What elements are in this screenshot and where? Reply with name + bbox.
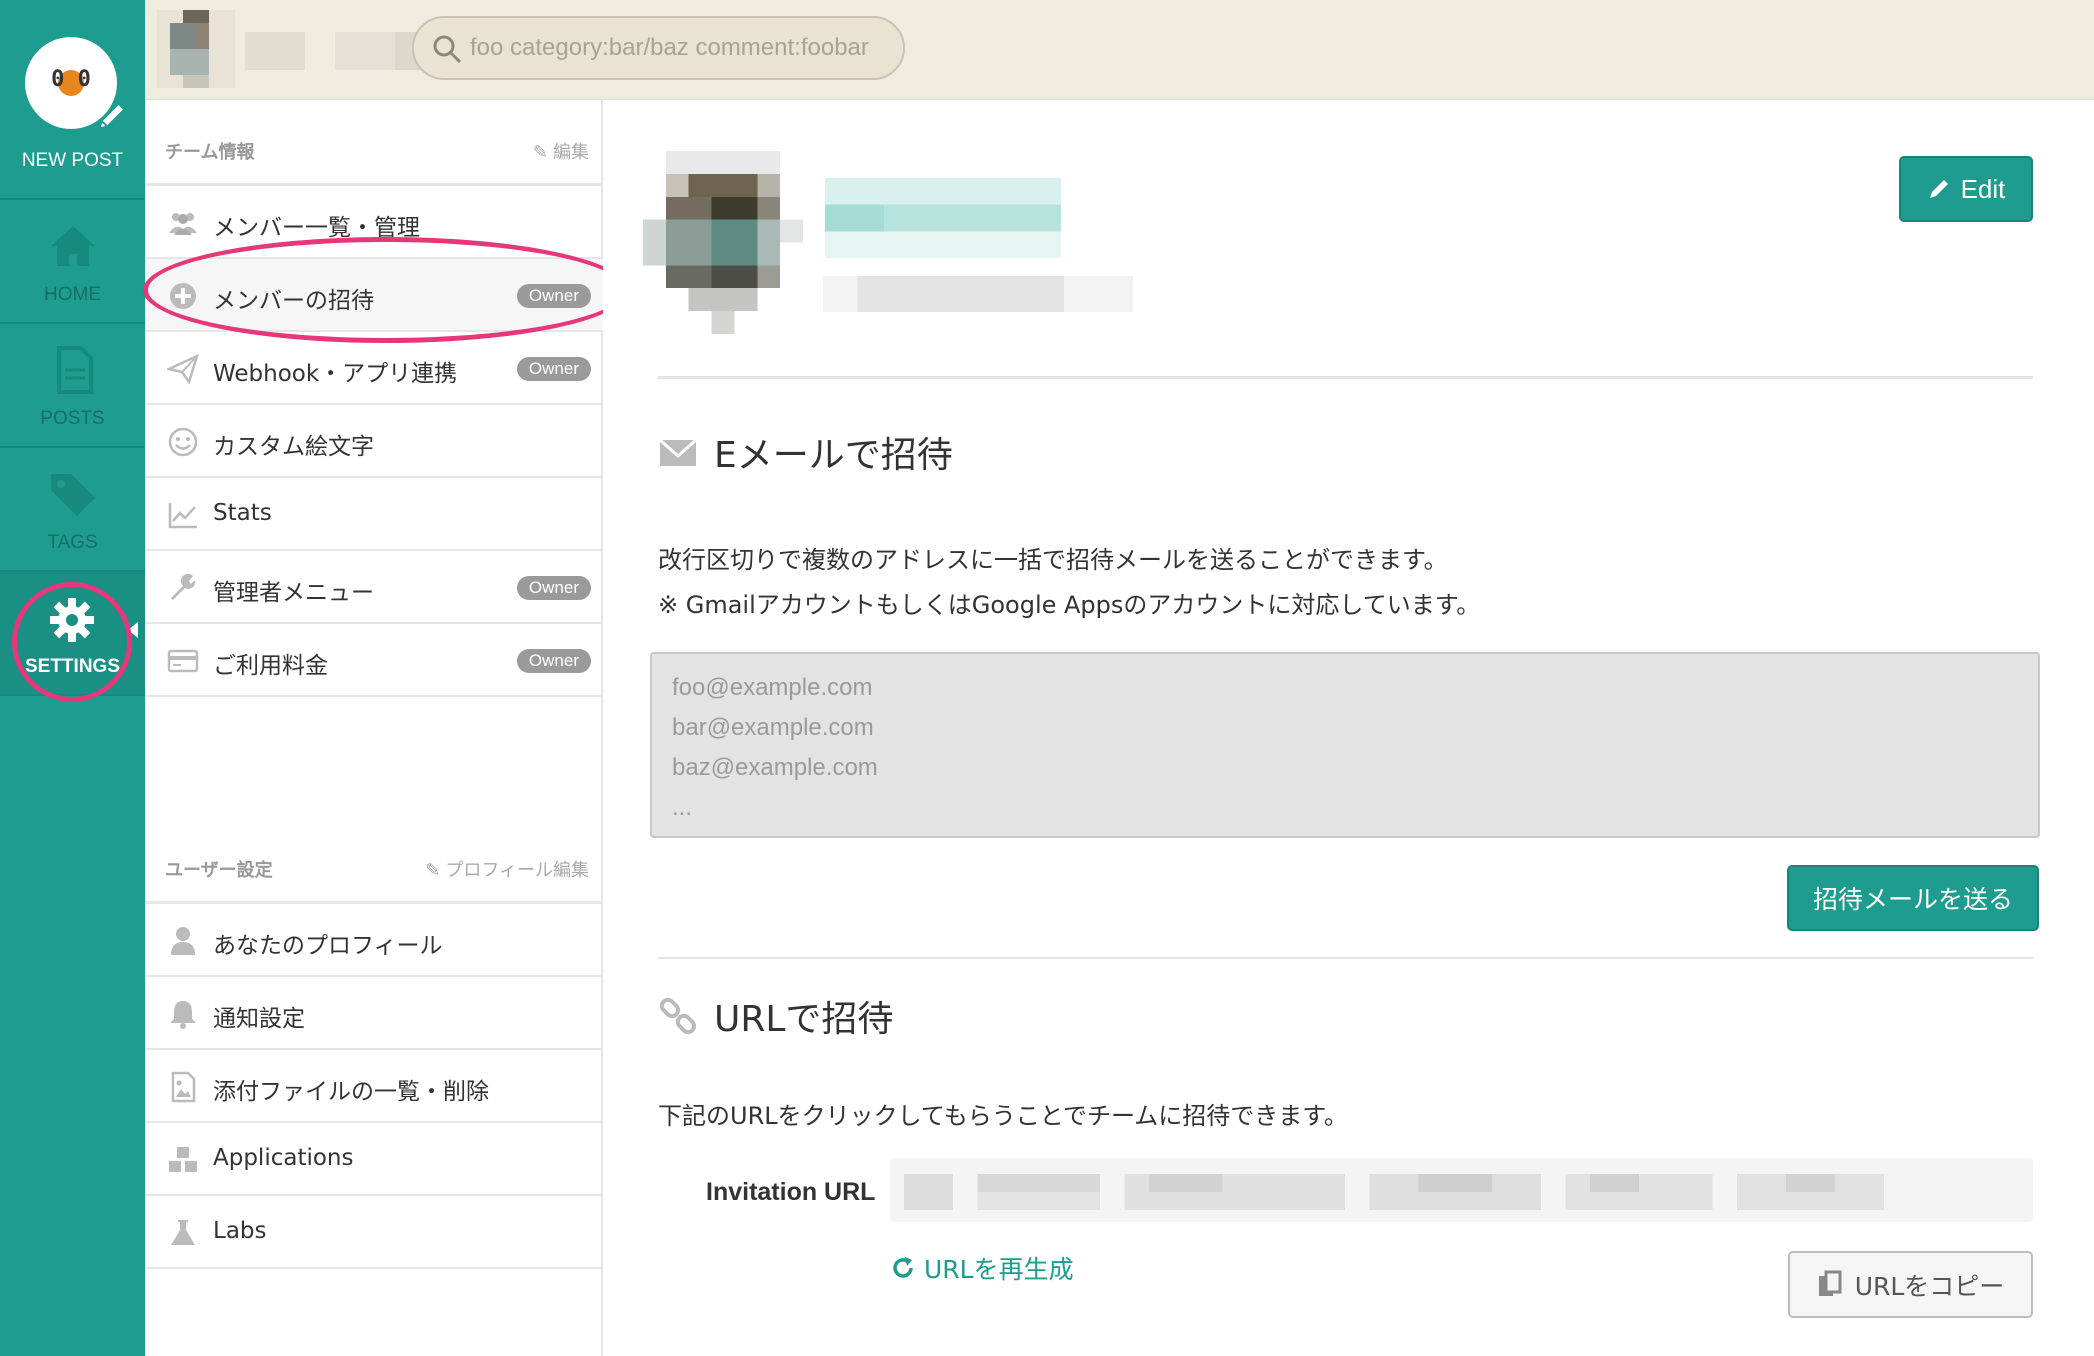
cubes-icon [169,1147,197,1172]
team-info-edit-label: 編集 [553,142,589,162]
invitation-url-label: Invitation URL [706,1178,876,1206]
menu-item-notifications[interactable]: 通知設定 [145,977,603,1050]
nav-home[interactable]: HOME [0,200,145,324]
menu-item-billing[interactable]: ご利用料金 Owner [145,624,603,697]
menu-item-custom-emoji-label: カスタム絵文字 [213,434,374,460]
tag-icon [51,474,95,516]
menu-item-stats-label: Stats [213,500,272,526]
pencil-icon [1929,180,1948,198]
nav-tags-label: TAGS [47,532,98,553]
flask-icon [171,1220,195,1245]
menu-item-applications-label: Applications [213,1145,354,1171]
main-content: Edit Eメールで招待 改行区切りで複数のアドレスに一括で招待メールを送ること… [603,100,2094,1356]
smile-icon [168,427,198,457]
url-invite-heading: URLで招待 [658,990,893,1042]
divider [658,376,2033,379]
wrench-icon [171,573,196,600]
new-post-button[interactable]: 0 0 NEW POST [0,0,145,200]
new-post-label: NEW POST [21,150,124,171]
regenerate-url-link[interactable]: URLを再生成 [890,1250,1074,1286]
send-invite-button[interactable]: 招待メールを送る [1787,865,2039,931]
nav-posts[interactable]: POSTS [0,324,145,448]
user-settings-title: ユーザー設定 [165,860,273,880]
invitation-url-field[interactable] [890,1158,2033,1222]
email-invite-note: ※ GmailアカウントもしくはGoogle Appsのアカウントに対応していま… [658,591,1481,619]
nav-home-label: HOME [44,284,101,305]
regenerate-url-label: URLを再生成 [924,1255,1074,1284]
team-info-title: チーム情報 [165,142,255,162]
menu-item-attachments-label: 添付ファイルの一覧・削除 [213,1079,489,1105]
bell-icon [170,1001,196,1029]
copy-icon [1818,1270,1842,1296]
menu-item-admin[interactable]: 管理者メニュー Owner [145,551,603,624]
team-info-header: チーム情報 ✎ 編集 [145,100,603,186]
owner-badge: Owner [516,649,591,673]
menu-item-attachments[interactable]: 添付ファイルの一覧・削除 [145,1050,603,1123]
menu-item-webhook-label: Webhook・アプリ連携 [213,361,458,387]
paper-plane-icon [167,353,199,385]
left-nav: 0 0 NEW POST HOME POSTS TAGS SETTINGS [0,0,145,1356]
home-icon [51,226,95,266]
image-file-icon [171,1071,196,1103]
menu-item-billing-label: ご利用料金 [213,653,328,679]
nav-tags[interactable]: TAGS [0,448,145,572]
url-invite-title: URLで招待 [714,999,894,1040]
edit-button-label: Edit [1960,173,2006,204]
team-name-large-pixelated [825,178,1061,258]
nav-posts-label: POSTS [40,408,105,429]
menu-item-labs[interactable]: Labs [145,1196,603,1269]
members-icon [169,213,197,235]
pencil-icon [98,102,126,130]
team-subtitle-pixelated [823,276,1133,312]
team-info-edit-link[interactable]: ✎ 編集 [533,138,589,164]
user-settings-header: ユーザー設定 ✎ プロフィール編集 [145,818,603,904]
line-chart-icon [168,503,197,529]
envelope-icon [659,438,697,466]
link-icon [659,997,697,1035]
copy-url-label: URLをコピー [1854,1271,2005,1301]
menu-item-notifications-label: 通知設定 [213,1006,305,1032]
email-addresses-textarea[interactable] [650,652,2040,838]
menu-item-labs-label: Labs [213,1218,267,1244]
refresh-icon [893,1257,913,1278]
divider [658,957,2033,959]
menu-item-admin-label: 管理者メニュー [213,580,374,606]
top-bar [145,0,2094,100]
profile-edit-link[interactable]: ✎ プロフィール編集 [425,856,589,882]
email-invite-heading: Eメールで招待 [658,426,953,478]
url-invite-description: 下記のURLをクリックしてもらうことでチームに招待できます。 [658,1102,1348,1130]
email-invite-description: 改行区切りで複数のアドレスに一括で招待メールを送ることができます。 [658,546,1448,574]
menu-item-applications[interactable]: Applications [145,1123,603,1196]
menu-item-custom-emoji[interactable]: カスタム絵文字 [145,405,603,478]
invite-highlight-annotation [143,237,629,343]
owner-badge: Owner [516,357,591,381]
edit-button[interactable]: Edit [1899,156,2033,222]
logo-text: 0 0 [51,67,91,92]
settings-highlight-annotation [12,582,132,702]
search-input[interactable] [470,34,890,62]
owner-badge: Owner [516,576,591,600]
menu-item-stats[interactable]: Stats [145,478,603,551]
menu-item-profile[interactable]: あなたのプロフィール [145,904,603,977]
profile-edit-label: プロフィール編集 [445,860,589,880]
menu-item-profile-label: あなたのプロフィール [213,933,443,959]
search-icon [433,35,462,64]
email-invite-title: Eメールで招待 [714,435,953,476]
team-avatar-pixelated[interactable] [157,10,235,88]
user-icon [171,927,195,955]
search-box[interactable] [412,16,905,80]
team-avatar-large-pixelated [643,151,803,334]
send-invite-label: 招待メールを送る [1812,885,2013,914]
copy-url-button[interactable]: URLをコピー [1788,1251,2033,1318]
document-icon [57,346,93,394]
invitation-url-pixelated [904,1174,1884,1210]
credit-card-icon [167,649,199,673]
